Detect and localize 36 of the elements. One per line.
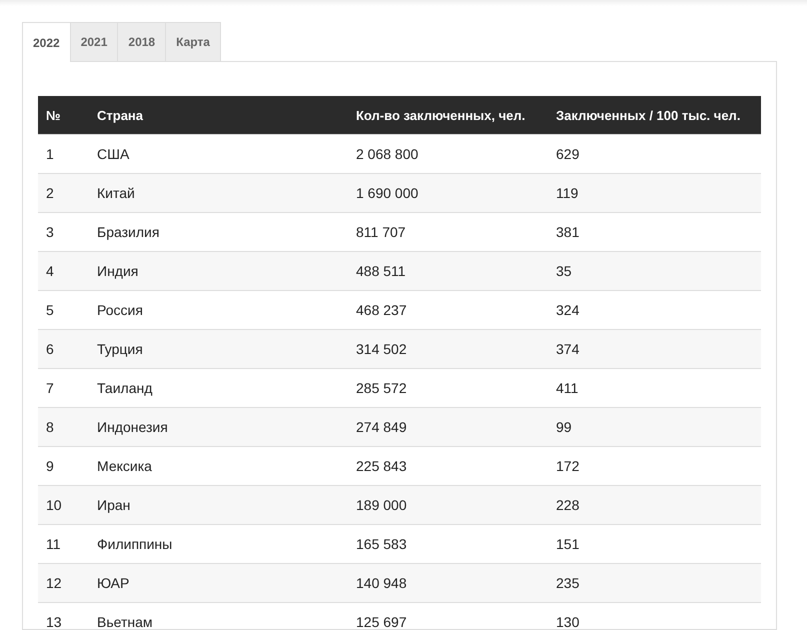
column-header: № — [38, 96, 89, 134]
table-cell: 10 — [38, 486, 89, 524]
table-cell: ЮАР — [89, 564, 348, 602]
table-cell: 374 — [548, 330, 761, 368]
tab[interactable]: 2021 — [70, 22, 118, 61]
table-cell: Иран — [89, 486, 348, 524]
table-cell: 2 — [38, 174, 89, 212]
tab[interactable]: 2018 — [118, 22, 166, 61]
table-cell: 274 849 — [348, 408, 548, 446]
table-cell: 140 948 — [348, 564, 548, 602]
table-cell: 35 — [548, 252, 761, 290]
table-cell: Турция — [89, 330, 348, 368]
table-cell: 488 511 — [348, 252, 548, 290]
column-header: Страна — [89, 96, 348, 134]
table-cell: Индонезия — [89, 408, 348, 446]
table-cell: 130 — [548, 602, 761, 629]
table-cell: 8 — [38, 408, 89, 446]
tab[interactable]: Карта — [166, 22, 221, 61]
table-cell: Вьетнам — [89, 602, 348, 629]
column-header: Заключенных / 100 тыс. чел. — [548, 96, 761, 134]
table-cell: 235 — [548, 564, 761, 602]
table-cell: 13 — [38, 602, 89, 629]
table-cell: 4 — [38, 252, 89, 290]
table-cell: 189 000 — [348, 486, 548, 524]
table-cell: Китай — [89, 174, 348, 212]
table-cell: 228 — [548, 486, 761, 524]
column-header: Кол-во заключенных, чел. — [348, 96, 548, 134]
table-cell: 12 — [38, 564, 89, 602]
table-cell: 1 690 000 — [348, 174, 548, 212]
table-cell: 99 — [548, 408, 761, 446]
table-cell: 125 697 — [348, 602, 548, 629]
table-cell: 119 — [548, 174, 761, 212]
table-cell: Индия — [89, 252, 348, 290]
table-cell: 6 — [38, 330, 89, 368]
table-cell: 314 502 — [348, 330, 548, 368]
tab[interactable]: 2022 — [22, 22, 71, 62]
